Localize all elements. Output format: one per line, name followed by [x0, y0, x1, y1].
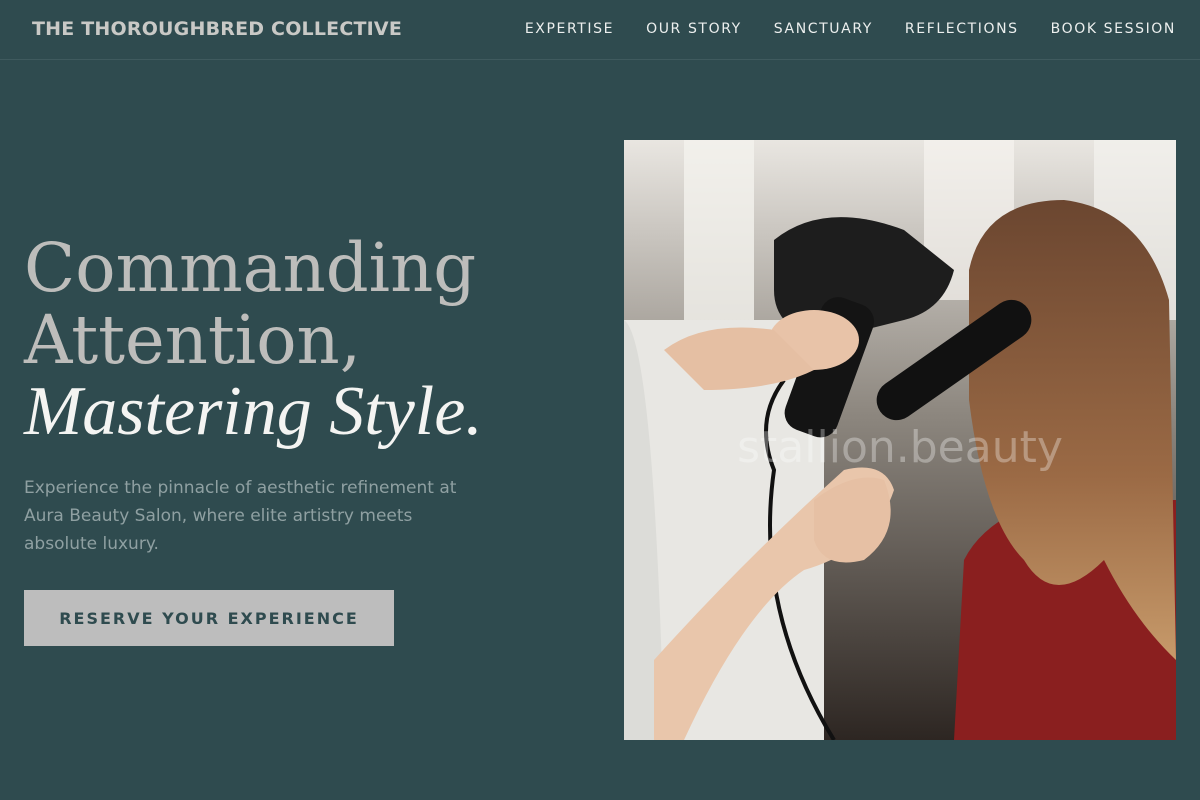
- salon-photo-illustration: [624, 140, 1176, 740]
- hero-title: Commanding Attention, Mastering Style.: [24, 232, 483, 448]
- reserve-experience-button[interactable]: RESERVE YOUR EXPERIENCE: [24, 590, 394, 646]
- hero-title-line-2: Attention,: [24, 301, 361, 379]
- hero-title-accent: Mastering Style.: [24, 373, 483, 450]
- nav-link-expertise[interactable]: EXPERTISE: [525, 21, 614, 37]
- nav-link-sanctuary[interactable]: SANCTUARY: [774, 21, 873, 37]
- hero-image: stallion.beauty: [624, 140, 1176, 740]
- hero-subtitle: Experience the pinnacle of aesthetic ref…: [24, 478, 457, 554]
- main-nav: EXPERTISE OUR STORY SANCTUARY REFLECTION…: [525, 21, 1176, 37]
- brand-logo-text[interactable]: THE THOROUGHBRED COLLECTIVE: [32, 18, 402, 40]
- nav-link-our-story[interactable]: OUR STORY: [646, 21, 742, 37]
- nav-link-reflections[interactable]: REFLECTIONS: [905, 21, 1019, 37]
- hero-title-line-1: Commanding: [24, 229, 477, 307]
- nav-link-book-session[interactable]: BOOK SESSION: [1051, 21, 1176, 37]
- site-header: THE THOROUGHBRED COLLECTIVE EXPERTISE OU…: [0, 0, 1200, 60]
